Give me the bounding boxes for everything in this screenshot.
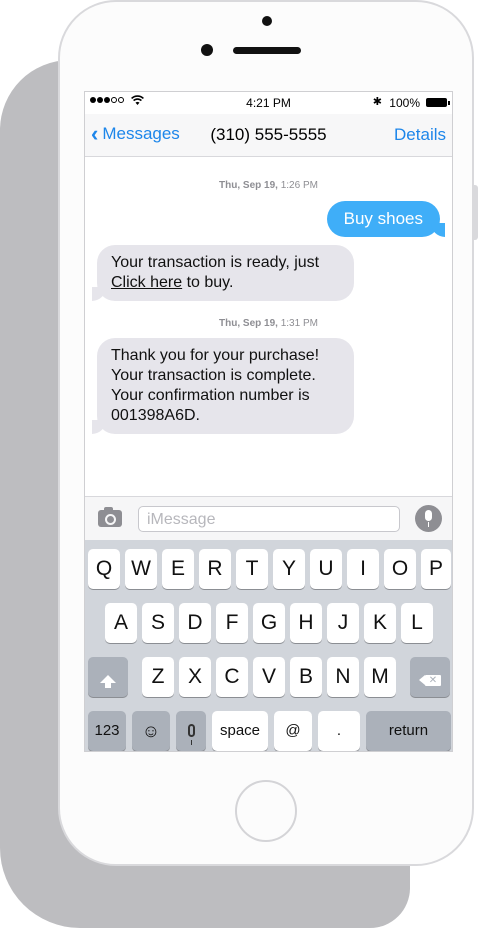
key-n[interactable]: N [327,657,359,697]
timestamp-day: Thu, Sep 19, [219,318,278,329]
key-o[interactable]: O [384,549,416,589]
key-b[interactable]: B [290,657,322,697]
key-v[interactable]: V [253,657,285,697]
key-a[interactable]: A [105,603,137,643]
key-u[interactable]: U [310,549,342,589]
side-button [472,185,478,240]
message-line: Your transaction is complete. [111,367,316,384]
key-s[interactable]: S [142,603,174,643]
emoji-key[interactable]: ☺ [132,711,170,751]
message-line: Your confirmation number is [111,387,310,404]
space-key[interactable]: space [212,711,268,751]
back-label: Messages [102,124,180,143]
key-p[interactable]: P [421,549,451,589]
key-g[interactable]: G [253,603,285,643]
timestamp-time: 1:26 PM [280,180,318,191]
microphone-icon[interactable] [415,505,442,532]
battery-percent: 100% [389,96,420,110]
message-line: 001398A6D. [111,407,200,424]
navigation-bar: ‹ Messages (310) 555-5555 Details [85,114,452,157]
message-input[interactable]: iMessage [138,506,400,532]
chevron-left-icon: ‹ [91,121,99,146]
bluetooth-icon: ✱ [372,96,382,108]
front-camera [201,44,213,56]
key-x[interactable]: X [179,657,211,697]
message-line: Click here to buy. [111,273,340,293]
back-button[interactable]: ‹ Messages [91,121,180,146]
timestamp: Thu, Sep 19, 1:31 PM [85,318,452,329]
key-t[interactable]: T [236,549,268,589]
key-z[interactable]: Z [142,657,174,697]
phone-screen: 4:21 PM ✱ 100% ‹ Messages (310) 555-5555… [84,91,453,752]
incoming-message[interactable]: Thank you for your purchase! Your transa… [92,338,354,434]
key-q[interactable]: Q [88,549,120,589]
status-bar: 4:21 PM ✱ 100% [85,92,452,114]
key-h[interactable]: H [290,603,322,643]
delete-icon: ✕ [419,675,441,686]
key-f[interactable]: F [216,603,248,643]
timestamp: Thu, Sep 19, 1:26 PM [85,180,452,191]
key-w[interactable]: W [125,549,157,589]
battery-icon [426,98,450,107]
incoming-message[interactable]: Your transaction is ready, just Click he… [92,245,354,301]
timestamp-time: 1:31 PM [280,318,318,329]
shift-key[interactable] [88,657,128,697]
camera-icon[interactable] [98,507,122,527]
key-i[interactable]: I [347,549,379,589]
return-key[interactable]: return [366,711,451,751]
home-button[interactable] [235,780,297,842]
key-c[interactable]: C [216,657,248,697]
key-e[interactable]: E [162,549,194,589]
earpiece-speaker [233,47,301,54]
timestamp-day: Thu, Sep 19, [219,180,278,191]
key-y[interactable]: Y [273,549,305,589]
key-m[interactable]: M [364,657,396,697]
dictation-key[interactable] [176,711,206,751]
message-input-bar: iMessage [85,496,452,541]
delete-key[interactable]: ✕ [410,657,450,697]
key-d[interactable]: D [179,603,211,643]
outgoing-message[interactable]: Buy shoes [326,201,446,237]
click-here-link[interactable]: Click here [111,274,182,291]
details-button[interactable]: Details [394,125,446,145]
message-line: Thank you for your purchase! [111,347,320,364]
shift-icon [100,675,116,688]
top-camera-dot [262,16,272,26]
numbers-key[interactable]: 123 [88,711,126,751]
message-text: to buy. [182,274,234,291]
key-r[interactable]: R [199,549,231,589]
key-k[interactable]: K [364,603,396,643]
key-j[interactable]: J [327,603,359,643]
message-line: Your transaction is ready, just [111,254,320,271]
key-l[interactable]: L [401,603,433,643]
keyboard: Q W E R T Y U I O P A S D F G H J K L Z … [85,540,452,751]
microphone-icon [187,724,195,745]
period-key[interactable]: . [318,711,360,751]
at-key[interactable]: @ [274,711,312,751]
